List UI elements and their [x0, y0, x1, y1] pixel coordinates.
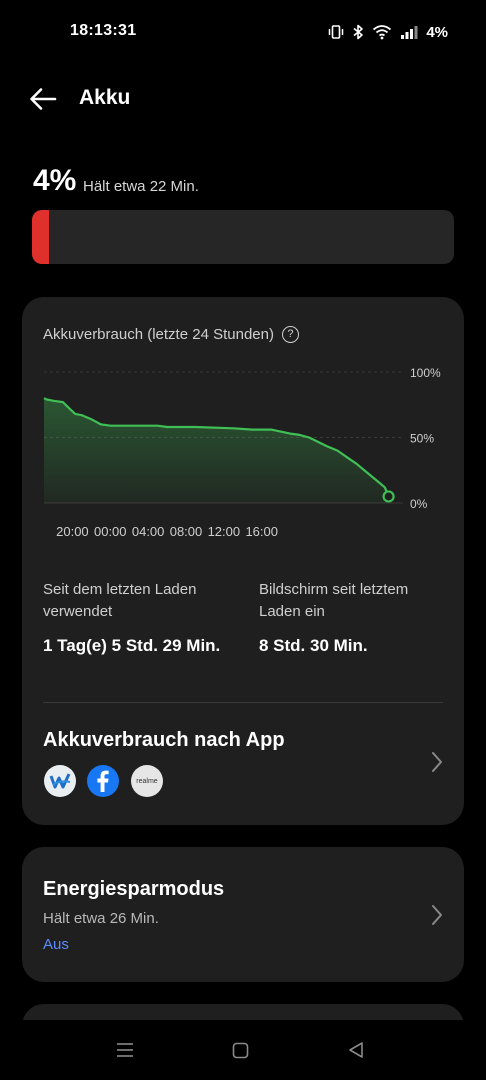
- y-tick-label: 50%: [410, 432, 434, 446]
- chevron-right-icon: [432, 752, 442, 772]
- status-time: 18:13:31: [70, 22, 137, 39]
- arrow-left-icon[interactable]: [28, 86, 58, 112]
- power-saving-subtitle: Hält etwa 26 Min.: [43, 910, 159, 927]
- back-triangle-icon[interactable]: [347, 1041, 365, 1059]
- facebook-icon: [87, 765, 119, 797]
- x-tick-label: 12:00: [208, 524, 241, 539]
- signal-icon: [401, 26, 418, 39]
- wifi-icon: [373, 25, 392, 40]
- recents-menu-icon[interactable]: [116, 1041, 134, 1059]
- app-usage-title: Akkuverbrauch nach App: [43, 729, 285, 751]
- page-title: Akku: [79, 86, 131, 109]
- x-tick-label: 20:00: [56, 524, 89, 539]
- chart-title: Akkuverbrauch (letzte 24 Stunden): [43, 326, 274, 343]
- realme-app-icon: realme: [131, 765, 163, 797]
- app-usage-row[interactable]: [22, 703, 464, 821]
- chart-title-row: Akkuverbrauch (letzte 24 Stunden) ?: [43, 326, 299, 343]
- screen-on-label: Bildschirm seit letztem Laden ein: [259, 581, 409, 620]
- help-icon[interactable]: ?: [281, 326, 299, 343]
- status-icons: 4%: [328, 21, 448, 43]
- battery-percent: 4%: [33, 164, 77, 197]
- x-tick-label: 00:00: [94, 524, 127, 539]
- screen-on-value: 8 Std. 30 Min.: [259, 636, 368, 655]
- since-charge-label: Seit dem letzten Laden verwendet: [43, 581, 197, 620]
- home-icon[interactable]: [232, 1042, 249, 1059]
- bluetooth-icon: [353, 24, 364, 40]
- y-tick-label: 0%: [410, 497, 428, 511]
- y-tick-label: 100%: [410, 366, 441, 380]
- x-tick-label: 16:00: [245, 524, 278, 539]
- screen-on-block: Bildschirm seit letztem Laden ein 8 Std.…: [259, 579, 449, 659]
- vibrate-icon: [329, 25, 344, 39]
- current-level-point: [382, 490, 395, 503]
- weather-app-icon: [44, 765, 76, 797]
- battery-level-fill: [32, 210, 49, 264]
- x-tick-label: 08:00: [170, 524, 203, 539]
- battery-usage-chart: 100% 50% 0% 20:00 00:00 04:00 08:00 12:00 16:00: [43, 366, 441, 539]
- battery-level-bar: [32, 210, 454, 264]
- chevron-right-icon: [432, 905, 442, 925]
- status-battery-text: 4%: [426, 23, 448, 41]
- since-charge-block: Seit dem letzten Laden verwendet 1 Tag(e…: [43, 579, 223, 659]
- navigation-bar: [0, 1020, 486, 1080]
- power-saving-title: Energiesparmodus: [43, 878, 225, 900]
- since-charge-value: 1 Tag(e) 5 Std. 29 Min.: [43, 636, 221, 655]
- x-tick-label: 04:00: [132, 524, 165, 539]
- battery-remaining: Hält etwa 22 Min.: [83, 178, 199, 195]
- power-saving-state: Aus: [43, 936, 69, 953]
- realme-app-label: realme: [136, 777, 158, 785]
